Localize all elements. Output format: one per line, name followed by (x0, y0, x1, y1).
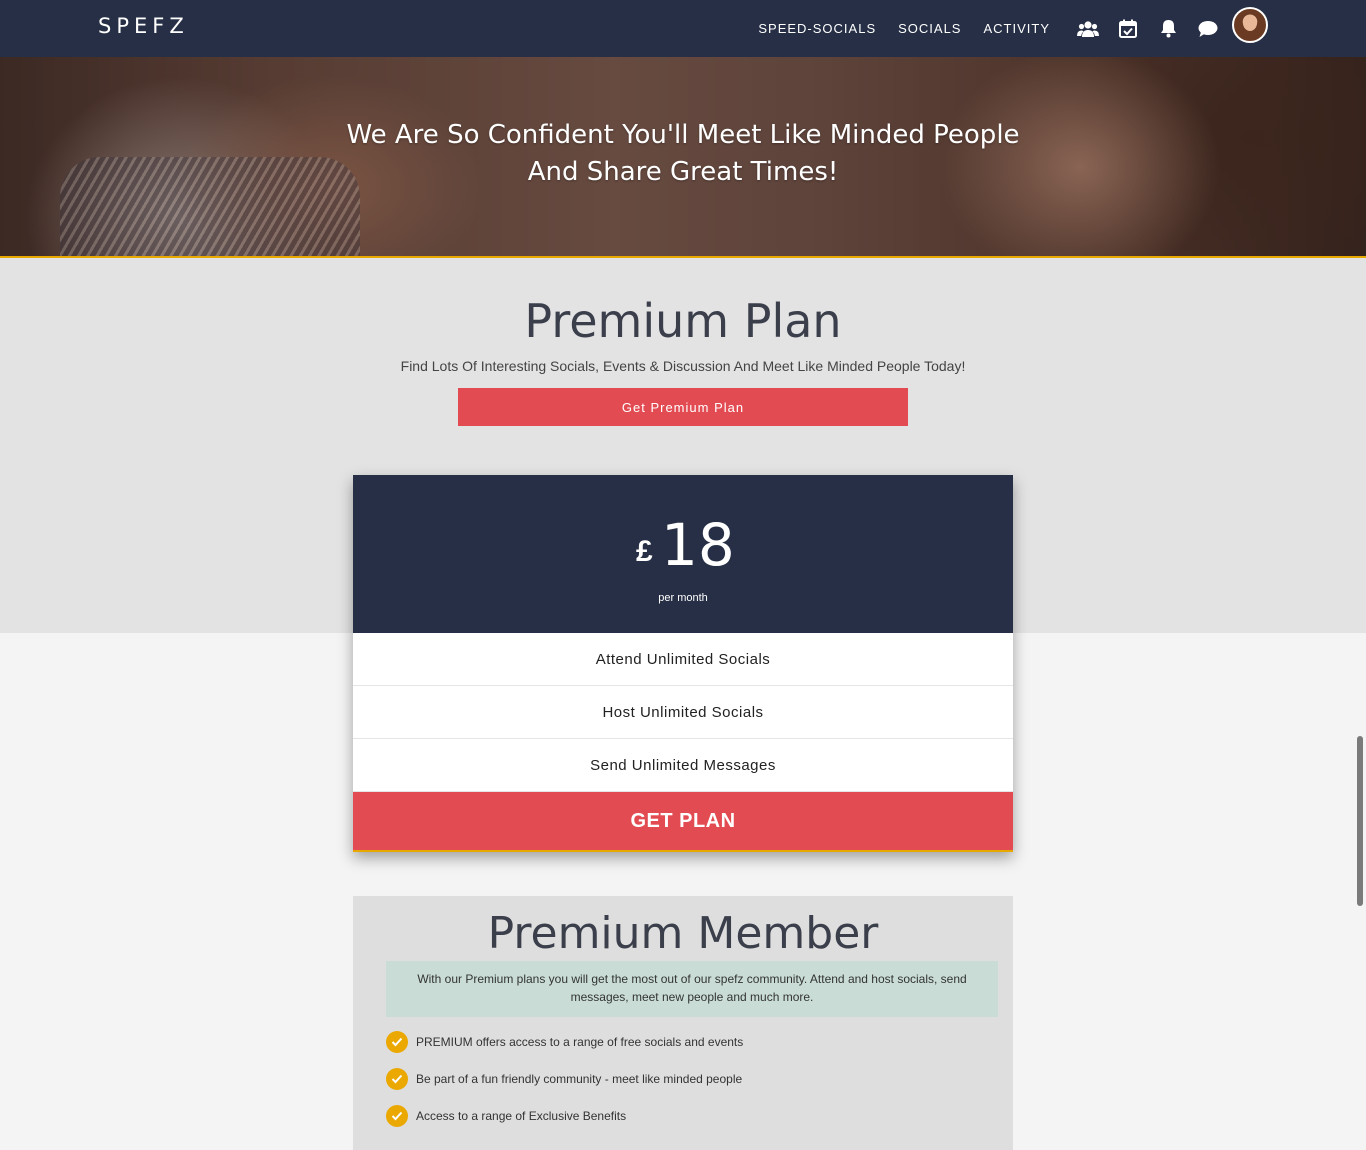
brand-logo[interactable]: SPEFZ (98, 14, 189, 38)
check-icon (386, 1031, 408, 1053)
hero-title-line-2: And Share Great Times! (527, 157, 839, 187)
benefit-text: Access to a range of Exclusive Benefits (416, 1109, 627, 1123)
hero-banner: We Are So Confident You'll Meet Like Min… (0, 57, 1366, 256)
price-amount: 18 (661, 511, 735, 579)
member-description: With our Premium plans you will get the … (386, 961, 998, 1017)
price-header: £ 18 per month (353, 475, 1013, 633)
nav-link-activity[interactable]: ACTIVITY (983, 21, 1050, 36)
premium-member-panel: Premium Member With our Premium plans yo… (353, 896, 1013, 1150)
benefit-item: PREMIUM offers access to a range of free… (386, 1030, 743, 1054)
nav-link-socials[interactable]: SOCIALS (898, 21, 961, 36)
check-icon (386, 1068, 408, 1090)
benefit-item: Be part of a fun friendly community - me… (386, 1067, 742, 1091)
hero-title-line-1: We Are So Confident You'll Meet Like Min… (346, 120, 1020, 150)
top-navbar: SPEFZ SPEED-SOCIALS SOCIALS ACTIVITY (0, 0, 1366, 57)
page-scrollbar[interactable] (1357, 736, 1363, 906)
feature-row: Host Unlimited Socials (353, 686, 1013, 739)
check-icon (386, 1105, 408, 1127)
benefit-text: Be part of a fun friendly community - me… (416, 1072, 743, 1086)
member-title: Premium Member (487, 908, 879, 959)
get-premium-plan-button[interactable]: Get Premium Plan (458, 388, 908, 426)
get-plan-underline (353, 850, 1013, 852)
hero-title: We Are So Confident You'll Meet Like Min… (0, 117, 1366, 191)
plan-subtitle: Find Lots Of Interesting Socials, Events… (400, 358, 966, 374)
get-plan-button[interactable]: GET PLAN (353, 792, 1013, 850)
plan-title: Premium Plan (524, 294, 842, 348)
nav-icons (1068, 0, 1228, 57)
chat-icon[interactable] (1188, 0, 1228, 57)
feature-row: Send Unlimited Messages (353, 739, 1013, 792)
benefit-item: Access to a range of Exclusive Benefits (386, 1104, 626, 1128)
calendar-icon[interactable] (1108, 0, 1148, 57)
bell-icon[interactable] (1148, 0, 1188, 57)
pricing-card: £ 18 per month Attend Unlimited Socials … (353, 475, 1013, 852)
price-period: per month (658, 592, 708, 604)
benefit-text: PREMIUM offers access to a range of free… (416, 1035, 744, 1049)
nav-link-speed-socials[interactable]: SPEED-SOCIALS (758, 21, 876, 36)
price-currency: £ (636, 535, 653, 568)
users-icon[interactable] (1068, 0, 1108, 57)
feature-row: Attend Unlimited Socials (353, 633, 1013, 686)
nav-links: SPEED-SOCIALS SOCIALS ACTIVITY (758, 0, 1050, 57)
user-avatar[interactable] (1232, 7, 1268, 43)
